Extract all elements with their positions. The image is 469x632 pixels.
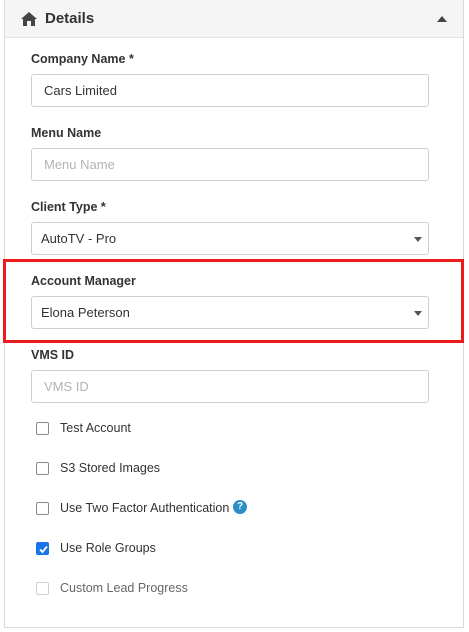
menu-name-input[interactable] [31, 148, 429, 181]
account-manager-value: Elona Peterson [41, 305, 130, 320]
test-account-checkbox[interactable] [36, 422, 49, 435]
vms-id-input[interactable] [31, 370, 429, 403]
client-type-label: Client Type * [31, 200, 106, 214]
panel-title: Details [45, 10, 95, 27]
company-name-label: Company Name * [31, 52, 134, 66]
home-icon [21, 12, 37, 26]
panel-header[interactable]: Details [5, 0, 463, 38]
question-circle-icon[interactable]: ? [233, 500, 247, 514]
s3-stored-images-checkbox[interactable] [36, 462, 49, 475]
menu-name-label: Menu Name [31, 126, 102, 140]
client-type-value: AutoTV - Pro [41, 231, 117, 246]
s3-stored-images-label: S3 Stored Images [60, 461, 161, 475]
chevron-down-icon [414, 237, 422, 242]
test-account-label: Test Account [60, 421, 131, 435]
checkmark-icon [39, 545, 48, 554]
account-manager-label: Account Manager [31, 274, 136, 288]
account-manager-select[interactable]: Elona Peterson [31, 296, 429, 329]
role-groups-label: Use Role Groups [60, 541, 156, 555]
role-groups-checkbox[interactable] [36, 542, 49, 555]
vms-id-label: VMS ID [31, 348, 75, 362]
two-factor-checkbox[interactable] [36, 502, 49, 515]
caret-up-icon[interactable] [437, 15, 447, 23]
custom-lead-progress-label: Custom Lead Progress [60, 581, 188, 595]
chevron-down-icon [414, 311, 422, 316]
custom-lead-progress-checkbox[interactable] [36, 582, 49, 595]
company-name-input[interactable] [31, 74, 429, 107]
two-factor-label: Use Two Factor Authentication [60, 501, 230, 515]
client-type-select[interactable]: AutoTV - Pro [31, 222, 429, 255]
